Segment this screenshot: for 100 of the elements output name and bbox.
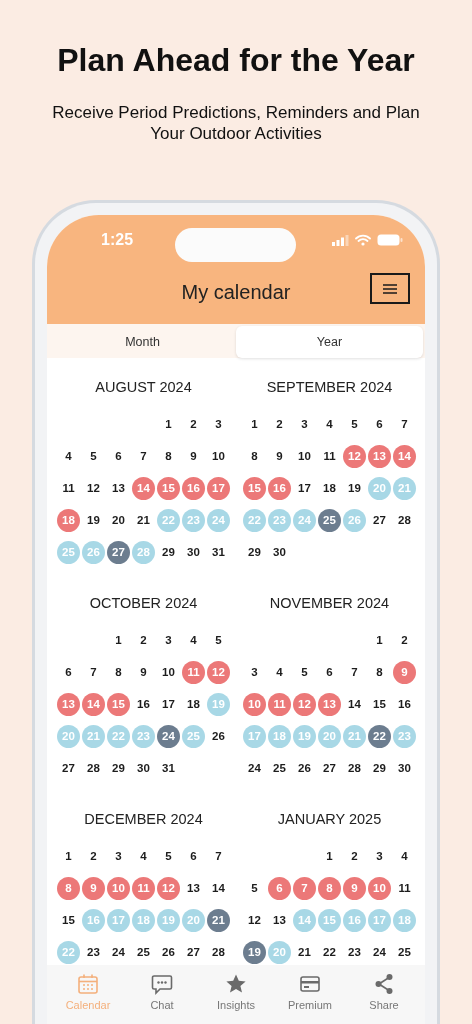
- calendar-day[interactable]: 25: [393, 940, 416, 964]
- calendar-day[interactable]: 13: [182, 876, 205, 900]
- calendar-day[interactable]: 21: [293, 940, 316, 964]
- calendar-day[interactable]: 5: [157, 844, 180, 868]
- calendar-day[interactable]: 1: [243, 412, 266, 436]
- calendar-day[interactable]: 6: [368, 412, 391, 436]
- ovulation-day[interactable]: 25: [318, 508, 341, 532]
- calendar-day[interactable]: 2: [343, 844, 366, 868]
- calendar-day[interactable]: 28: [393, 508, 416, 532]
- calendar-day[interactable]: 24: [243, 756, 266, 780]
- calendar-day[interactable]: 7: [207, 844, 230, 868]
- calendar-day[interactable]: 27: [368, 508, 391, 532]
- calendar-day[interactable]: 7: [82, 660, 105, 684]
- calendar-day[interactable]: 11: [393, 876, 416, 900]
- calendar-day[interactable]: 5: [207, 628, 230, 652]
- nav-item[interactable]: Premium: [280, 973, 340, 1024]
- calendar-day[interactable]: 6: [107, 444, 130, 468]
- calendar-day[interactable]: 7: [343, 660, 366, 684]
- calendar-day[interactable]: 9: [182, 444, 205, 468]
- calendar-day[interactable]: 28: [343, 756, 366, 780]
- calendar-day[interactable]: 11: [57, 476, 80, 500]
- calendar-day[interactable]: 3: [157, 628, 180, 652]
- calendar-day[interactable]: 29: [368, 756, 391, 780]
- calendar-day[interactable]: 26: [157, 940, 180, 964]
- calendar-day[interactable]: 26: [293, 756, 316, 780]
- nav-item[interactable]: Share: [354, 973, 414, 1024]
- calendar-day[interactable]: 31: [207, 540, 230, 564]
- calendar-day[interactable]: 3: [368, 844, 391, 868]
- ovulation-day[interactable]: 21: [207, 908, 230, 932]
- calendar-day[interactable]: 6: [57, 660, 80, 684]
- calendar-day[interactable]: 28: [207, 940, 230, 964]
- calendar-day[interactable]: 30: [393, 756, 416, 780]
- calendar-day[interactable]: 21: [132, 508, 155, 532]
- calendar-day[interactable]: 28: [82, 756, 105, 780]
- calendar-day[interactable]: 2: [268, 412, 291, 436]
- calendar-day[interactable]: 15: [57, 908, 80, 932]
- calendar-day[interactable]: 13: [268, 908, 291, 932]
- calendar-day[interactable]: 1: [318, 844, 341, 868]
- calendar-day[interactable]: 29: [107, 756, 130, 780]
- calendar-day[interactable]: 26: [207, 724, 230, 748]
- calendar-day[interactable]: 23: [82, 940, 105, 964]
- calendar-day[interactable]: 4: [393, 844, 416, 868]
- calendar-day[interactable]: 1: [107, 628, 130, 652]
- ovulation-day[interactable]: 22: [368, 724, 391, 748]
- calendar-day[interactable]: 12: [243, 908, 266, 932]
- calendar-day[interactable]: 4: [182, 628, 205, 652]
- calendar-day[interactable]: 3: [207, 412, 230, 436]
- calendar-day[interactable]: 30: [268, 540, 291, 564]
- calendar-day[interactable]: 4: [318, 412, 341, 436]
- calendar-day[interactable]: 12: [82, 476, 105, 500]
- calendar-day[interactable]: 4: [132, 844, 155, 868]
- calendar-day[interactable]: 8: [368, 660, 391, 684]
- calendar-day[interactable]: 1: [57, 844, 80, 868]
- calendar-day[interactable]: 13: [107, 476, 130, 500]
- ovulation-day[interactable]: 19: [243, 940, 266, 964]
- calendar-day[interactable]: 16: [132, 692, 155, 716]
- calendar-day[interactable]: 30: [132, 756, 155, 780]
- calendar-day[interactable]: 27: [57, 756, 80, 780]
- calendar-day[interactable]: 3: [243, 660, 266, 684]
- menu-button[interactable]: [370, 273, 410, 304]
- calendar-day[interactable]: 25: [268, 756, 291, 780]
- calendar-day[interactable]: 5: [343, 412, 366, 436]
- calendar-day[interactable]: 10: [293, 444, 316, 468]
- calendar-day[interactable]: 27: [318, 756, 341, 780]
- calendar-day[interactable]: 29: [243, 540, 266, 564]
- calendar-day[interactable]: 25: [132, 940, 155, 964]
- calendar-day[interactable]: 19: [82, 508, 105, 532]
- calendar-day[interactable]: 15: [368, 692, 391, 716]
- calendar-day[interactable]: 30: [182, 540, 205, 564]
- calendar-day[interactable]: 31: [157, 756, 180, 780]
- calendar-day[interactable]: 14: [207, 876, 230, 900]
- calendar-day[interactable]: 22: [318, 940, 341, 964]
- calendar-day[interactable]: 8: [107, 660, 130, 684]
- calendar-day[interactable]: 3: [293, 412, 316, 436]
- calendar-day[interactable]: 2: [182, 412, 205, 436]
- calendar-day[interactable]: 1: [368, 628, 391, 652]
- calendar-day[interactable]: 9: [132, 660, 155, 684]
- calendar-day[interactable]: 5: [293, 660, 316, 684]
- nav-item[interactable]: Insights: [206, 973, 266, 1024]
- calendar-day[interactable]: 5: [243, 876, 266, 900]
- calendar-day[interactable]: 5: [82, 444, 105, 468]
- calendar-day[interactable]: 18: [318, 476, 341, 500]
- ovulation-day[interactable]: 24: [157, 724, 180, 748]
- calendar-day[interactable]: 11: [318, 444, 341, 468]
- calendar-day[interactable]: 2: [132, 628, 155, 652]
- calendar-day[interactable]: 4: [268, 660, 291, 684]
- calendar-day[interactable]: 14: [343, 692, 366, 716]
- nav-item[interactable]: Chat: [132, 973, 192, 1024]
- calendar-day[interactable]: 29: [157, 540, 180, 564]
- calendar-day[interactable]: 3: [107, 844, 130, 868]
- calendar-day[interactable]: 20: [107, 508, 130, 532]
- calendar-day[interactable]: 27: [182, 940, 205, 964]
- calendar-day[interactable]: 2: [82, 844, 105, 868]
- calendar-day[interactable]: 8: [243, 444, 266, 468]
- calendar-day[interactable]: 19: [343, 476, 366, 500]
- calendar-day[interactable]: 9: [268, 444, 291, 468]
- calendar-day[interactable]: 24: [368, 940, 391, 964]
- calendar-day[interactable]: 17: [157, 692, 180, 716]
- calendar-day[interactable]: 1: [157, 412, 180, 436]
- calendar-day[interactable]: 6: [182, 844, 205, 868]
